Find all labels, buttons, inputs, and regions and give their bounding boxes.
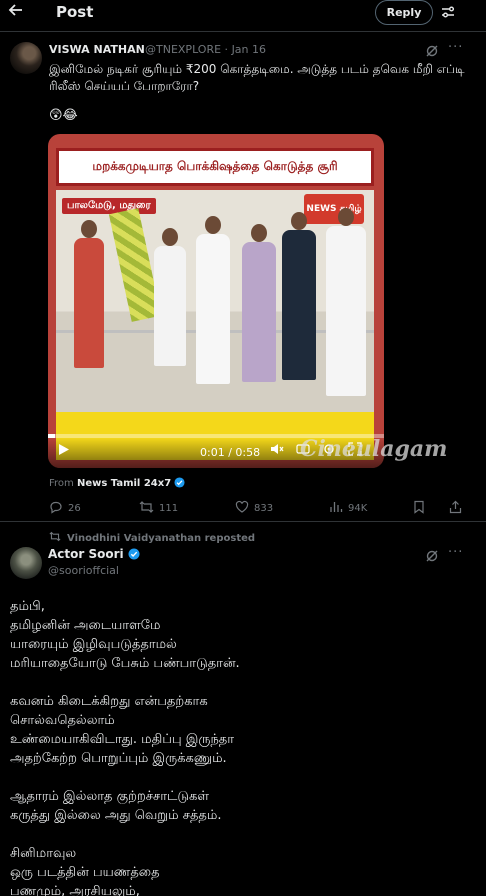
repost-count: 111 [159, 503, 179, 514]
grok-icon[interactable] [425, 548, 439, 567]
channel-logo: NEWS தமிழ் [304, 194, 364, 224]
avatar[interactable] [10, 547, 42, 579]
views-action[interactable]: 94K [329, 500, 367, 517]
tune-icon[interactable] [440, 4, 456, 24]
verified-badge-icon [128, 548, 140, 560]
repost-icon [139, 500, 154, 517]
share-action[interactable] [449, 500, 462, 517]
author-handle: @soorioffcial [48, 564, 119, 577]
heart-icon [235, 500, 249, 517]
comment-icon [49, 500, 63, 517]
author-name[interactable]: VISWA NATHAN [49, 43, 145, 56]
bookmark-action[interactable] [413, 500, 425, 517]
repost-indicator: Vinodhini Vaidyanathan reposted [49, 531, 255, 545]
bookmark-icon [413, 500, 425, 517]
paragraph: கவனம் கிடைக்கிறது என்பதற்காக சொல்வதெல்லா… [10, 694, 235, 766]
play-icon[interactable] [58, 441, 70, 460]
views-chart-icon [329, 500, 343, 517]
post-actions: 26 111 833 94K [49, 500, 469, 516]
video-banner-text: மறக்கமுடியாத பொக்கிஷத்தை கொடுத்த சூரி [56, 148, 374, 186]
paragraph: சினிமாவுல ஒரு படத்தின் பயணத்தை பணமும், அ… [10, 846, 160, 896]
avatar[interactable] [10, 42, 42, 74]
reposted-by[interactable]: Vinodhini Vaidyanathan reposted [67, 533, 255, 544]
repost-small-icon [49, 531, 61, 545]
back-arrow-icon[interactable] [8, 2, 24, 23]
video-source: From News Tamil 24x7 [49, 477, 185, 489]
watermark-logo: Cineulagam [300, 436, 448, 462]
person-figure [154, 228, 186, 366]
post-header: Post Reply [0, 0, 486, 26]
like-action[interactable]: 833 [235, 500, 273, 517]
person-figure [282, 212, 316, 380]
person-figure [242, 224, 276, 382]
person-figure [196, 216, 230, 384]
person-figure [326, 208, 366, 396]
page-title: Post [56, 3, 94, 21]
author-handle-date: @TNEXPLORE · Jan 16 [145, 43, 267, 56]
video-time: 0:01 / 0:58 [200, 446, 261, 459]
person-figure [74, 220, 104, 368]
post-text: இனிமேல் நடிகர் சூரியும் ₹200 கொத்தடிமை. … [49, 62, 465, 93]
views-count: 94K [348, 503, 368, 514]
post-date[interactable]: Jan 16 [232, 43, 266, 56]
divider [0, 521, 486, 522]
share-icon [449, 500, 462, 517]
video-location-tag: பாலமேடு, மதுரை [62, 198, 156, 214]
reply-action[interactable]: 26 [49, 500, 81, 517]
repost-action[interactable]: 111 [139, 500, 178, 517]
more-options-icon[interactable]: ··· [448, 545, 463, 560]
post-emoji: 😲😂 [49, 108, 78, 123]
video-frame: பாலமேடு, மதுரை NEWS தமிழ் [56, 190, 374, 460]
more-options-icon[interactable]: ··· [448, 40, 463, 55]
paragraph: ஆதாரம் இல்லாத குற்றச்சாட்டுகள் கருத்து இ… [10, 789, 222, 823]
reply-button[interactable]: Reply [375, 0, 433, 25]
grok-icon[interactable] [425, 43, 439, 62]
reply-count: 26 [68, 503, 81, 514]
paragraph: தம்பி, தமிழனின் அடையாளமே யாரையும் இழிவுப… [10, 599, 240, 671]
verified-badge-icon [174, 477, 185, 488]
video-player[interactable]: மறக்கமுடியாத பொக்கிஷத்தை கொடுத்த சூரி பா… [48, 134, 384, 468]
author-name[interactable]: Actor Soori [48, 547, 140, 561]
divider [0, 31, 486, 32]
volume-icon[interactable] [270, 441, 284, 460]
source-name[interactable]: News Tamil 24x7 [77, 478, 171, 489]
repost-body: தம்பி, தமிழனின் அடையாளமே யாரையும் இழிவுப… [10, 597, 476, 896]
like-count: 833 [254, 503, 274, 514]
